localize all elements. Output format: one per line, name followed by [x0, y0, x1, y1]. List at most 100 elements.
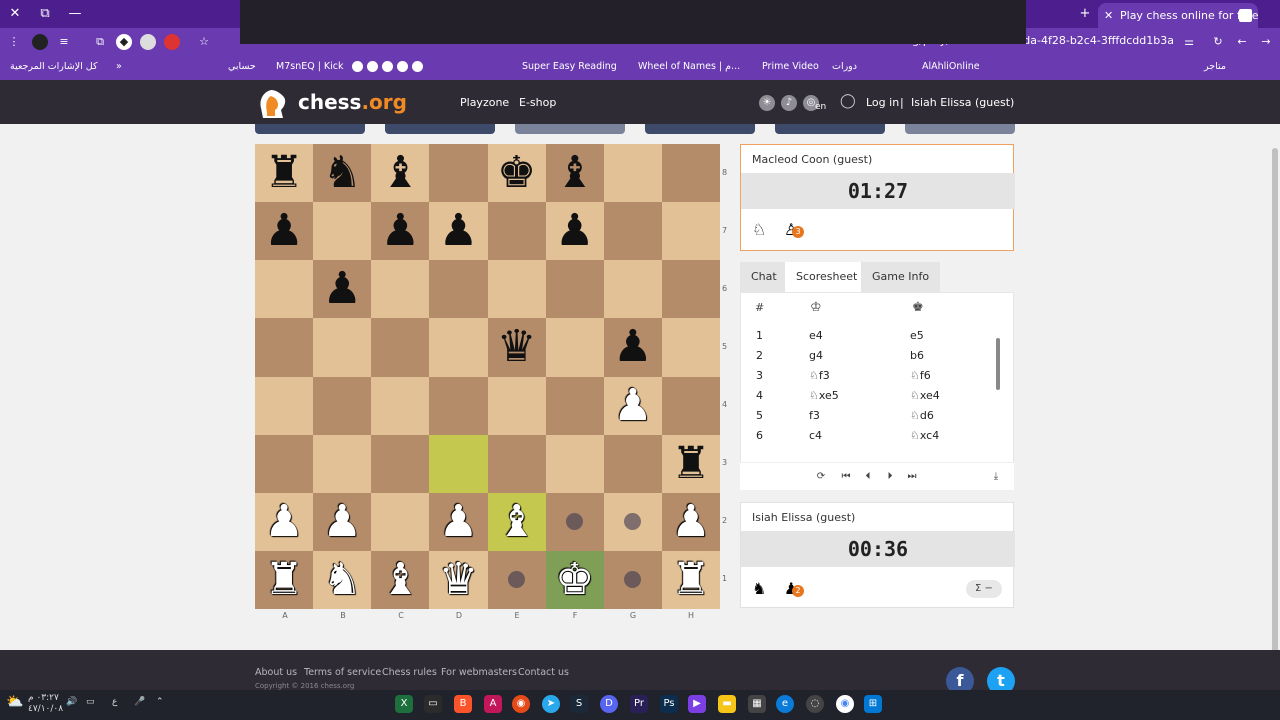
browser-tab[interactable]: ✕ Play chess online for free - che [1098, 3, 1258, 28]
taskbar-start-icon[interactable]: ⊞ [864, 695, 882, 713]
black-pawn-icon[interactable]: ♟ [264, 209, 303, 253]
square-d1[interactable]: ♛ [429, 550, 488, 609]
square-h3[interactable]: ♜ [661, 434, 720, 493]
square-b1[interactable]: ♞ [313, 550, 372, 609]
black-rook-icon[interactable]: ♜ [264, 151, 303, 195]
black-bishop-icon[interactable]: ♝ [555, 151, 594, 195]
scoresheet-scrollbar[interactable] [996, 338, 1000, 390]
footer-link-rules[interactable]: Chess rules [382, 667, 437, 678]
menu-icon[interactable]: ⋮ [6, 34, 22, 50]
black-bishop-icon[interactable]: ♝ [381, 151, 420, 195]
close-window-icon[interactable]: ✕ [4, 4, 26, 24]
square-a6[interactable] [255, 260, 314, 319]
extensions-icon[interactable]: ⧉ [92, 34, 108, 50]
weather-icon[interactable]: ⛅ [6, 694, 23, 710]
bookmark-icon[interactable] [352, 61, 363, 72]
bookmark-item[interactable]: كل الإشارات المرجعية [10, 61, 98, 72]
square-g3[interactable] [603, 434, 662, 493]
square-a1[interactable]: ♜ [255, 550, 314, 609]
move-row[interactable]: 1 e4 e5 [741, 329, 1001, 349]
white-move[interactable]: f3 [809, 409, 820, 422]
taskbar-discord-icon[interactable]: D [600, 695, 618, 713]
bookmark-icon[interactable] [412, 61, 423, 72]
login-link[interactable]: Log in [866, 96, 899, 109]
square-c5[interactable] [371, 318, 430, 377]
extension-icon[interactable] [32, 34, 48, 50]
square-f7[interactable]: ♟ [545, 202, 604, 261]
square-a3[interactable] [255, 434, 314, 493]
square-d7[interactable]: ♟ [429, 202, 488, 261]
square-d3[interactable] [429, 434, 488, 493]
white-king-icon[interactable]: ♚ [555, 557, 594, 602]
sound-icon[interactable]: ♪ [781, 95, 797, 111]
microphone-icon[interactable]: 🎤 [134, 697, 145, 707]
black-move[interactable]: e5 [910, 329, 924, 342]
site-settings-icon[interactable]: ⚌ [1181, 34, 1197, 50]
move-row[interactable]: 3 ♘f3 ♘f6 [741, 369, 1001, 389]
square-c4[interactable] [371, 376, 430, 435]
media-icon[interactable]: ≡ [56, 34, 72, 50]
footer-link-webmasters[interactable]: For webmasters [441, 667, 517, 678]
square-d8[interactable] [429, 144, 488, 203]
white-move[interactable]: g4 [809, 349, 823, 362]
black-knight-icon[interactable]: ♞ [322, 151, 361, 195]
square-h2[interactable]: ♟ [661, 492, 720, 551]
white-rook-icon[interactable]: ♜ [671, 557, 710, 602]
square-b4[interactable] [313, 376, 372, 435]
square-e1[interactable] [487, 550, 546, 609]
white-pawn-icon[interactable]: ♟ [671, 499, 710, 544]
next-move-icon[interactable]: ⏵ [882, 469, 898, 485]
square-b5[interactable] [313, 318, 372, 377]
black-move[interactable]: b6 [910, 349, 924, 362]
taskbar-store-icon[interactable]: ▦ [748, 695, 766, 713]
square-b3[interactable] [313, 434, 372, 493]
move-row[interactable]: 5 f3 ♘d6 [741, 409, 1001, 429]
extension-icon[interactable] [164, 34, 180, 50]
page-scrollbar-thumb[interactable] [1272, 148, 1278, 658]
black-pawn-icon[interactable]: ♟ [613, 325, 652, 369]
white-pawn-icon[interactable]: ♟ [322, 499, 361, 544]
square-a2[interactable]: ♟ [255, 492, 314, 551]
back-icon[interactable]: ← [1234, 34, 1250, 50]
white-knight-icon[interactable]: ♞ [322, 557, 361, 602]
square-h4[interactable] [661, 376, 720, 435]
last-move-icon[interactable]: ⏭ [904, 469, 920, 485]
square-a5[interactable] [255, 318, 314, 377]
legal-move-dot[interactable] [624, 571, 642, 589]
square-f4[interactable] [545, 376, 604, 435]
square-h1[interactable]: ♜ [661, 550, 720, 609]
bookmark-icon[interactable] [397, 61, 408, 72]
bookmark-item[interactable]: دورات [832, 61, 857, 72]
square-f1[interactable]: ♚ [545, 550, 604, 609]
top-tab-strip[interactable] [515, 124, 625, 134]
bookmark-item[interactable]: Prime Video [762, 61, 819, 72]
square-g8[interactable] [603, 144, 662, 203]
footer-link-about[interactable]: About us [255, 667, 297, 678]
square-e3[interactable] [487, 434, 546, 493]
footer-link-contact[interactable]: Contact us [518, 667, 569, 678]
top-tab-strip[interactable] [255, 124, 365, 134]
top-tab-strip[interactable] [645, 124, 755, 134]
footer-link-terms[interactable]: Terms of service [304, 667, 381, 678]
taskbar-app-icon[interactable]: ▶ [688, 695, 706, 713]
tray-chevron-icon[interactable]: ⌃ [156, 697, 164, 707]
black-move[interactable]: ♘xe4 [910, 389, 940, 402]
bookmark-icon[interactable] [382, 61, 393, 72]
move-row[interactable]: 2 g4 b6 [741, 349, 1001, 369]
taskbar-app-icon[interactable]: ◌ [806, 695, 824, 713]
black-pawn-icon[interactable]: ♟ [322, 267, 361, 311]
square-e4[interactable] [487, 376, 546, 435]
site-logo[interactable]: chess.org [255, 86, 407, 118]
black-pawn-icon[interactable]: ♟ [555, 209, 594, 253]
square-c7[interactable]: ♟ [371, 202, 430, 261]
square-b8[interactable]: ♞ [313, 144, 372, 203]
black-move[interactable]: ♘d6 [910, 409, 934, 422]
legal-move-dot[interactable] [566, 513, 584, 531]
restore-window-icon[interactable]: ⧉ [34, 4, 56, 24]
square-a4[interactable] [255, 376, 314, 435]
square-e7[interactable] [487, 202, 546, 261]
forward-icon[interactable]: → [1258, 34, 1274, 50]
taskbar-photoshop-icon[interactable]: Ps [660, 695, 678, 713]
taskbar-app-icon[interactable]: A [484, 695, 502, 713]
white-queen-icon[interactable]: ♛ [439, 557, 478, 602]
